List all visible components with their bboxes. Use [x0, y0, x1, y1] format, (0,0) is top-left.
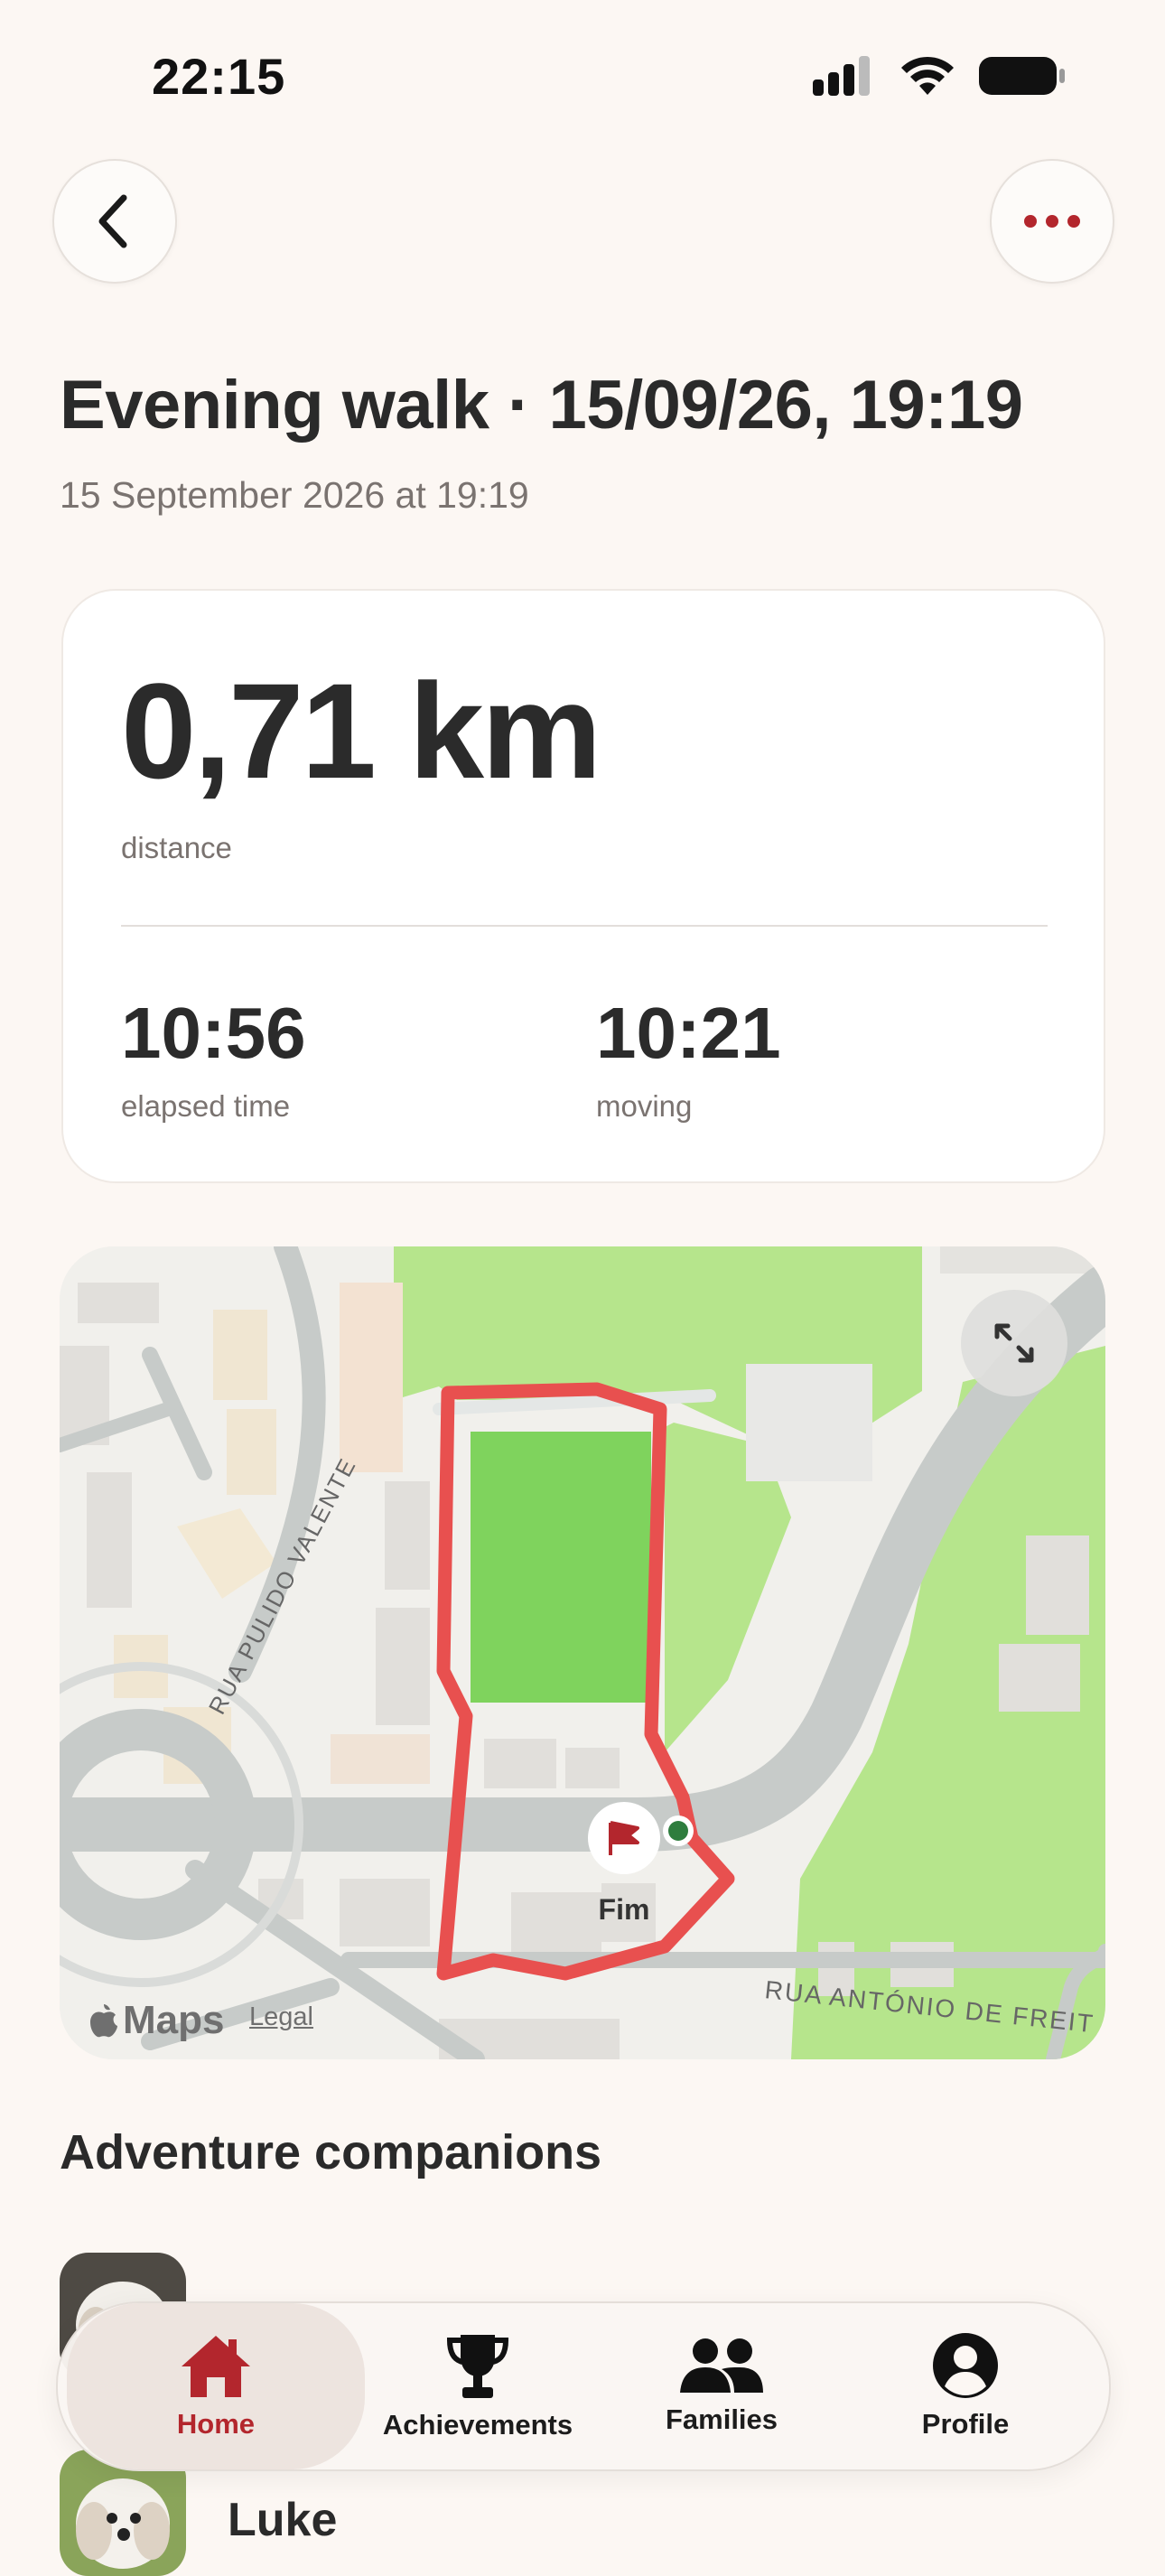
person-circle-icon: [933, 2333, 998, 2398]
expand-map-button[interactable]: [961, 1290, 1067, 1396]
distance-value: 0,71 km: [121, 655, 601, 807]
tab-achievements-label: Achievements: [382, 2409, 573, 2441]
moving-time-label: moving: [596, 1089, 693, 1123]
tab-profile[interactable]: Profile: [843, 2303, 1087, 2469]
elapsed-time-label: elapsed time: [121, 1089, 291, 1123]
battery-icon: [979, 57, 1065, 95]
moving-time-value: 10:21: [596, 993, 781, 1073]
page-title: Evening walk · 15/09/26, 19:19: [60, 367, 1023, 443]
maps-attribution: Maps: [89, 1998, 224, 2043]
maps-brand-text: Maps: [123, 1998, 225, 2042]
companions-title: Adventure companions: [60, 2125, 602, 2179]
cellular-signal-icon: [813, 56, 870, 96]
elapsed-time-value: 10:56: [121, 993, 306, 1073]
more-options-button[interactable]: [990, 159, 1114, 284]
trophy-icon: [446, 2335, 509, 2398]
house-icon: [182, 2336, 250, 2397]
tab-families-label: Families: [665, 2403, 778, 2435]
status-icons: [813, 54, 1066, 98]
route-map[interactable]: RUA PULIDO VALENTE RUA ANTÓNIO DE FREIT …: [60, 1246, 1105, 2059]
expand-arrows-icon: [994, 1323, 1034, 1363]
tab-profile-label: Profile: [921, 2408, 1010, 2440]
map-canvas: RUA PULIDO VALENTE RUA ANTÓNIO DE FREIT …: [60, 1246, 1105, 2059]
ellipsis-icon: [1024, 215, 1080, 228]
status-time: 22:15: [152, 48, 286, 105]
people-icon: [680, 2338, 763, 2393]
distance-label: distance: [121, 831, 232, 864]
stats-divider: [121, 925, 1048, 927]
tab-home-label: Home: [176, 2408, 256, 2440]
chevron-left-icon: [98, 194, 127, 248]
tab-home[interactable]: Home: [67, 2303, 365, 2469]
page-subtitle: 15 September 2026 at 19:19: [60, 474, 529, 516]
tab-families[interactable]: Families: [600, 2303, 843, 2469]
stats-card: 0,71 km distance 10:56 elapsed time 10:2…: [61, 589, 1105, 1183]
sports-field: [471, 1432, 651, 1703]
legal-link[interactable]: Legal: [249, 2002, 313, 2032]
back-button[interactable]: [52, 159, 177, 284]
apple-logo-icon: [90, 2004, 117, 2038]
end-marker-label: Fim: [599, 1893, 650, 1926]
tab-achievements[interactable]: Achievements: [356, 2303, 600, 2469]
start-marker: [668, 1821, 688, 1841]
tab-bar: Home Achievements Families Profile: [56, 2301, 1111, 2471]
companion-name: Luke: [228, 2494, 338, 2546]
wifi-icon: [901, 56, 954, 95]
